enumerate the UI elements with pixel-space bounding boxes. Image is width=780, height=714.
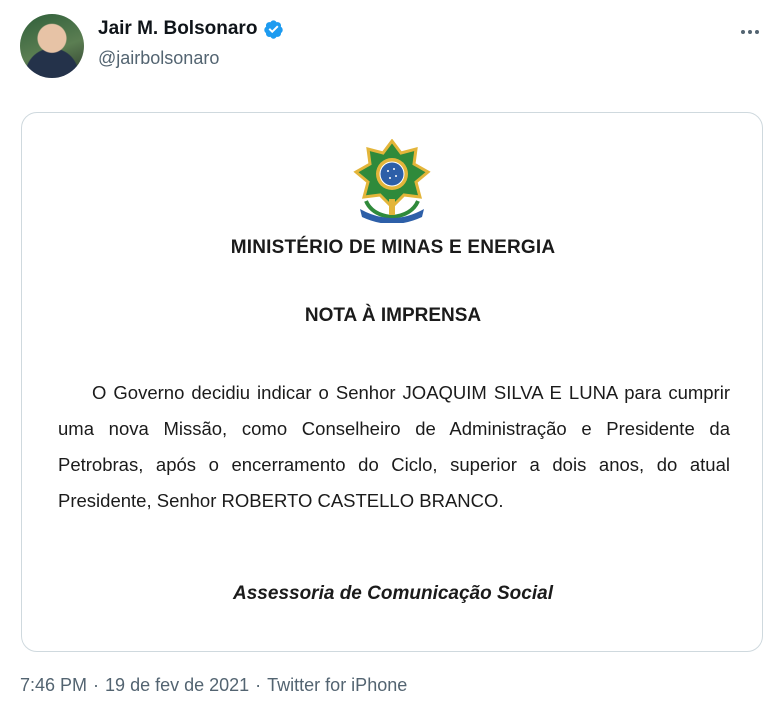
brazil-coat-of-arms-icon [352,138,432,224]
author-display-name[interactable]: Jair M. Bolsonaro [98,18,257,40]
tweet-header: Jair M. Bolsonaro @jairbolsonaro [20,14,770,78]
tweet-metadata: 7:46 PM · 19 de fev de 2021 · Twitter for iP… [20,675,407,696]
press-note-image[interactable]: MINISTÉRIO DE MINAS E ENERGIA NOTA À IMP… [21,112,763,652]
document-ministry-heading: MINISTÉRIO DE MINAS E ENERGIA [230,237,556,258]
tweet-date[interactable]: 19 de fev de 2021 [105,675,249,695]
meta-separator: · [255,675,262,695]
more-options-icon[interactable] [736,20,764,44]
meta-separator: · [93,675,100,695]
document-signature: Assessoria de Comunicação Social [233,583,553,604]
tweet-source: Twitter for iPhone [267,675,408,695]
verified-badge-icon [263,19,284,40]
author-name-row: Jair M. Bolsonaro [98,18,284,40]
author-handle[interactable]: @jairbolsonaro [98,48,219,69]
document-title: NOTA À IMPRENSA [304,305,482,326]
author-avatar[interactable] [20,14,84,78]
tweet-time[interactable]: 7:46 PM [20,675,87,695]
document-body: O Governo decidiu indicar o Senhor JOAQU… [58,382,730,511]
